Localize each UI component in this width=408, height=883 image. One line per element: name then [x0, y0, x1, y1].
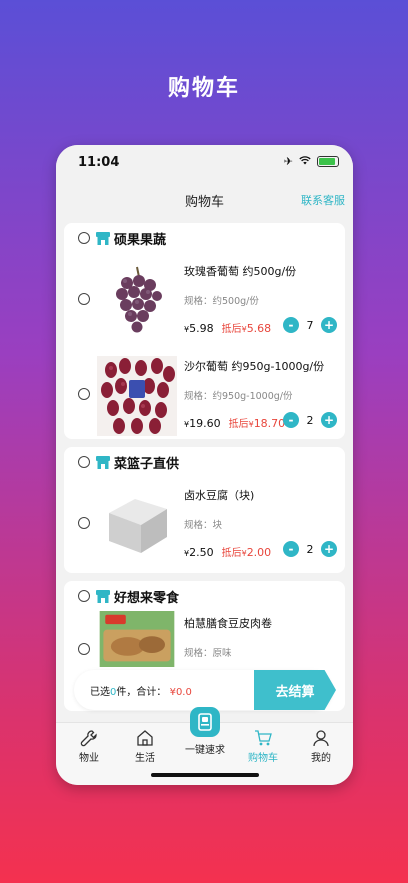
phone-frame: 11:04 ✈ 购物车 联系客服 硕果果蔬 玫瑰香葡萄 约500g/份 规格：约…	[56, 145, 353, 785]
shop-card: 菜篮子直供 卤水豆腐（块) 规格：块 ¥ 2.50 抵后 ¥ 2.00 - 2 …	[64, 447, 345, 573]
tab-label: 物业	[79, 753, 99, 764]
item-select-radio[interactable]	[78, 517, 90, 529]
tab-property[interactable]: 物业	[64, 727, 114, 764]
quantity-value: 2	[306, 542, 314, 556]
battery-icon	[317, 156, 339, 167]
shop-card: 硕果果蔬 玫瑰香葡萄 约500g/份 规格：约500g/份 ¥ 5.98 抵后 …	[64, 223, 345, 439]
decrease-button[interactable]: -	[283, 317, 299, 333]
shop-header: 好想来零食	[64, 581, 345, 611]
discounted-price: 5.68	[246, 322, 272, 335]
product-image-grapes-red[interactable]	[97, 356, 177, 436]
wrench-icon	[80, 730, 97, 747]
cart-item: 柏慧膳食豆皮肉卷 规格：原味	[64, 611, 345, 671]
increase-button[interactable]: +	[321, 541, 337, 557]
decrease-button[interactable]: -	[283, 412, 299, 428]
item-name[interactable]: 卤水豆腐（块)	[184, 487, 254, 503]
tab-label: 我的	[311, 753, 331, 764]
item-spec: 规格：块	[184, 520, 223, 531]
shop-select-radio[interactable]	[78, 590, 90, 602]
discount-label: 抵后	[221, 548, 242, 559]
discounted-price: 2.00	[246, 546, 272, 559]
shop-header: 硕果果蔬	[64, 223, 345, 253]
increase-button[interactable]: +	[321, 412, 337, 428]
shop-name: 好想来零食	[114, 590, 180, 606]
quantity-stepper: - 2 +	[283, 541, 337, 557]
promo-title: 购物车	[167, 76, 240, 101]
item-price: 19.60	[189, 417, 221, 430]
tab-label: 生活	[135, 753, 155, 764]
item-price: 2.50	[189, 546, 214, 559]
status-bar: 11:04 ✈	[56, 145, 353, 181]
user-icon	[313, 730, 329, 747]
tab-label: 购物车	[248, 753, 278, 764]
price-row: ¥ 5.98 抵后 ¥ 5.68	[184, 320, 271, 335]
price-row: ¥ 2.50 抵后 ¥ 2.00	[184, 544, 271, 559]
cart-item: 沙尔葡萄 约950g-1000g/份 规格：约950g-1000g/份 ¥ 19…	[64, 348, 345, 443]
checkout-bar: 已选0件，合计： ¥0.0 去结算	[74, 670, 336, 710]
tab-label: 一键速求	[185, 745, 225, 756]
shop-name: 菜篮子直供	[114, 456, 180, 472]
item-spec: 规格：约950g-1000g/份	[184, 391, 293, 402]
cart-item: 卤水豆腐（块) 规格：块 ¥ 2.50 抵后 ¥ 2.00 - 2 +	[64, 477, 345, 572]
discounted-price: 18.70	[253, 417, 286, 430]
tab-life[interactable]: 生活	[120, 727, 170, 764]
tab-quick-request[interactable]: 一键速求	[179, 707, 231, 756]
product-image-snack-pack[interactable]	[97, 611, 177, 667]
decrease-button[interactable]: -	[283, 541, 299, 557]
tab-cart[interactable]: 购物车	[238, 727, 288, 764]
home-indicator	[151, 773, 259, 777]
cart-item: 玫瑰香葡萄 约500g/份 规格：约500g/份 ¥ 5.98 抵后 ¥ 5.6…	[64, 253, 345, 348]
quantity-value: 2	[306, 413, 314, 427]
discount-label: 抵后	[228, 419, 249, 430]
quantity-stepper: - 2 +	[283, 412, 337, 428]
wifi-icon	[299, 155, 311, 168]
store-icon	[96, 231, 110, 245]
status-icons: ✈	[284, 155, 339, 168]
item-select-radio[interactable]	[78, 388, 90, 400]
product-image-tofu[interactable]	[97, 485, 177, 565]
shop-header: 菜篮子直供	[64, 447, 345, 477]
item-spec: 规格：原味	[184, 648, 232, 659]
status-time: 11:04	[78, 155, 120, 170]
selected-prefix: 已选	[90, 687, 110, 698]
store-icon	[96, 455, 110, 469]
discount-label: 抵后	[221, 324, 242, 335]
nav-bar: 购物车 联系客服	[56, 185, 353, 213]
item-name[interactable]: 玫瑰香葡萄 约500g/份	[184, 263, 296, 279]
shop-name: 硕果果蔬	[114, 232, 167, 248]
quick-request-icon	[190, 707, 220, 737]
item-name[interactable]: 柏慧膳食豆皮肉卷	[184, 615, 272, 631]
contact-service-link[interactable]: 联系客服	[301, 192, 345, 208]
quantity-value: 7	[306, 318, 314, 332]
checkout-button[interactable]: 去结算	[254, 670, 336, 710]
cart-icon	[255, 730, 272, 746]
store-icon	[96, 589, 110, 603]
price-row: ¥ 19.60 抵后 ¥ 18.70	[184, 415, 285, 430]
item-price: 5.98	[189, 322, 214, 335]
product-image-grapes-purple[interactable]	[97, 261, 177, 341]
item-spec: 规格：约500g/份	[184, 296, 259, 307]
selected-suffix: 件，合计：	[116, 687, 167, 698]
shop-select-radio[interactable]	[78, 456, 90, 468]
total-amount: 0.0	[175, 687, 192, 698]
tab-mine[interactable]: 我的	[296, 727, 346, 764]
home-icon	[137, 730, 153, 746]
increase-button[interactable]: +	[321, 317, 337, 333]
airplane-icon: ✈	[283, 155, 293, 168]
item-name[interactable]: 沙尔葡萄 约950g-1000g/份	[184, 358, 324, 374]
item-select-radio[interactable]	[78, 643, 90, 655]
quantity-stepper: - 7 +	[283, 317, 337, 333]
item-select-radio[interactable]	[78, 293, 90, 305]
shop-select-radio[interactable]	[78, 232, 90, 244]
selection-summary: 已选0件，合计： ¥0.0	[90, 683, 192, 698]
cart-list: 硕果果蔬 玫瑰香葡萄 约500g/份 规格：约500g/份 ¥ 5.98 抵后 …	[64, 223, 345, 719]
